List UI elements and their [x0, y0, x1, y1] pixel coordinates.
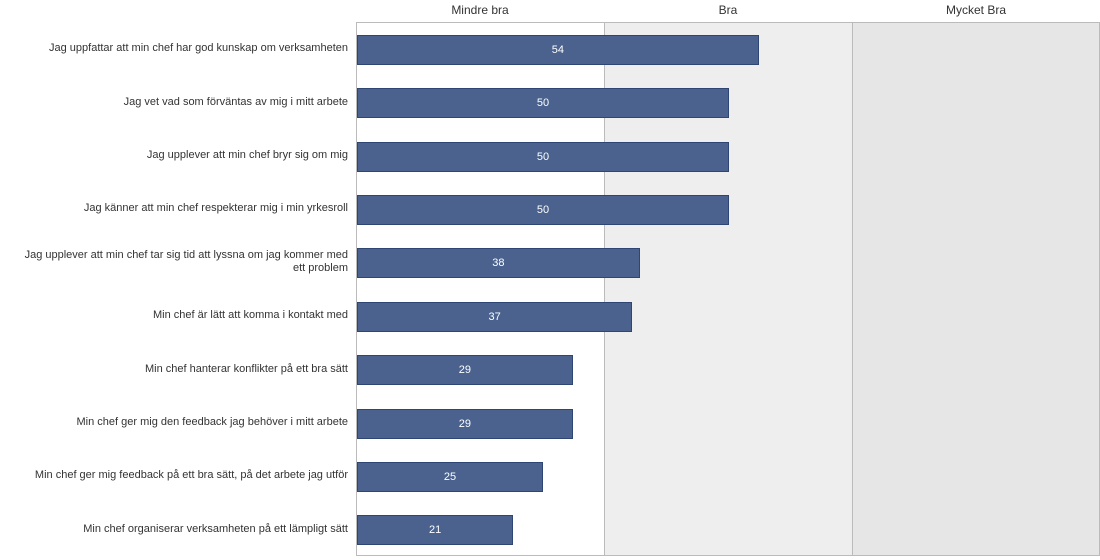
y-axis-label: Jag vet vad som förväntas av mig i mitt …: [0, 88, 348, 116]
bar: 50: [357, 88, 729, 118]
y-axis-label-text: Min chef är lätt att komma i kontakt med: [153, 309, 348, 322]
y-axis-label: Min chef organiserar verksamheten på ett…: [0, 515, 348, 543]
bar-value-label: 29: [459, 364, 471, 376]
bar-value-label: 29: [459, 418, 471, 430]
bar: 29: [357, 409, 573, 439]
band-mycket-bra: [852, 23, 1099, 555]
chart-y-labels: Jag uppfattar att min chef har god kunsk…: [0, 22, 356, 556]
y-axis-label-text: Jag vet vad som förväntas av mig i mitt …: [124, 96, 348, 109]
bar-value-label: 54: [552, 44, 564, 56]
bar-value-label: 50: [537, 151, 549, 163]
y-axis-label: Jag upplever att min chef bryr sig om mi…: [0, 142, 348, 170]
y-axis-label: Min chef ger mig den feedback jag behöve…: [0, 409, 348, 437]
y-axis-label-text: Min chef ger mig feedback på ett bra sät…: [35, 469, 348, 482]
bar: 38: [357, 248, 640, 278]
y-axis-label: Min chef hanterar konflikter på ett bra …: [0, 355, 348, 383]
bar-value-label: 21: [429, 524, 441, 536]
header-col-mycket-bra: Mycket Bra: [852, 0, 1100, 22]
bar-value-label: 50: [537, 97, 549, 109]
bar: 50: [357, 195, 729, 225]
y-axis-label-text: Jag uppfattar att min chef har god kunsk…: [49, 42, 348, 55]
y-axis-label: Min chef är lätt att komma i kontakt med: [0, 302, 348, 330]
y-axis-label-text: Min chef ger mig den feedback jag behöve…: [77, 416, 348, 429]
bar-value-label: 37: [489, 311, 501, 323]
bar: 50: [357, 142, 729, 172]
header-col-bra: Bra: [604, 0, 852, 22]
bar: 54: [357, 35, 759, 65]
y-axis-label: Jag uppfattar att min chef har god kunsk…: [0, 35, 348, 63]
divider-2: [852, 23, 853, 555]
chart-root: Mindre bra Bra Mycket Bra 54 50 50 50 38 37 29…: [0, 0, 1100, 560]
header-col-mindre-bra: Mindre bra: [356, 0, 604, 22]
bar-value-label: 50: [537, 204, 549, 216]
y-axis-label-text: Jag upplever att min chef bryr sig om mi…: [147, 149, 348, 162]
bar: 25: [357, 462, 543, 492]
y-axis-label-text: Jag upplever att min chef tar sig tid at…: [18, 249, 348, 275]
y-axis-label: Min chef ger mig feedback på ett bra sät…: [0, 462, 348, 490]
y-axis-label: Jag upplever att min chef tar sig tid at…: [0, 248, 348, 276]
y-axis-label-text: Jag känner att min chef respekterar mig …: [84, 202, 348, 215]
y-axis-label: Jag känner att min chef respekterar mig …: [0, 195, 348, 223]
bar: 37: [357, 302, 632, 332]
chart-plot-area: 54 50 50 50 38 37 29 29 25 21: [356, 22, 1100, 556]
bar: 21: [357, 515, 513, 545]
y-axis-label-text: Min chef hanterar konflikter på ett bra …: [145, 363, 348, 376]
bar-value-label: 38: [492, 257, 504, 269]
bar-value-label: 25: [444, 471, 456, 483]
chart-header: Mindre bra Bra Mycket Bra: [356, 0, 1100, 22]
y-axis-label-text: Min chef organiserar verksamheten på ett…: [83, 523, 348, 536]
bar: 29: [357, 355, 573, 385]
